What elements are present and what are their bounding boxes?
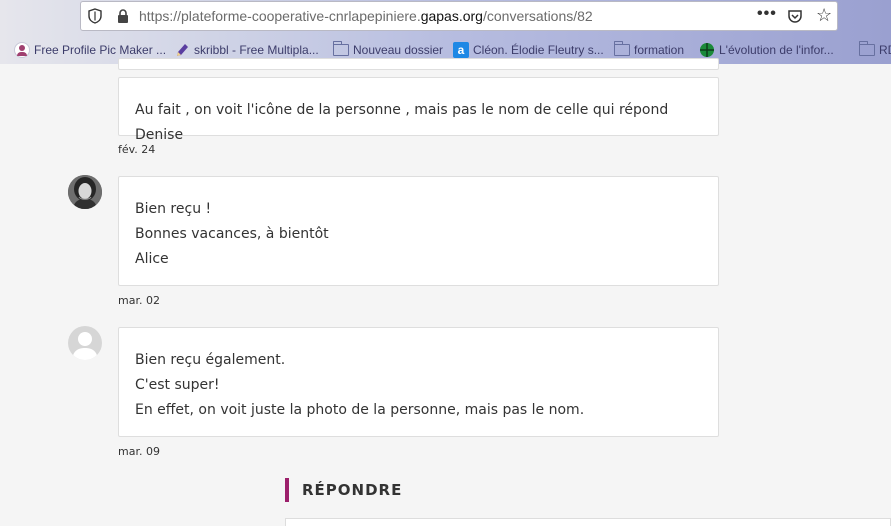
url-text[interactable]: https://plateforme-cooperative-cnrlapepi…: [139, 8, 593, 24]
bookmark-item[interactable]: a Cléon. Élodie Fleutry s...: [453, 41, 604, 59]
message-bubble: Au fait , on voit l'icône de la personne…: [118, 77, 719, 143]
bookmark-item[interactable]: Free Profile Pic Maker ...: [14, 41, 166, 59]
bookmark-item[interactable]: L'évolution de l'infor...: [699, 41, 834, 59]
folder-icon: [858, 41, 875, 56]
message-line: Au fait , on voit l'icône de la personne…: [135, 102, 669, 143]
folder-icon: [613, 41, 630, 56]
message-line: Bien reçu également.: [135, 352, 286, 368]
shield-icon[interactable]: [87, 8, 103, 24]
green-globe-icon: [700, 43, 714, 57]
bookmark-item[interactable]: RD: [858, 41, 891, 59]
url-host: gapas.org: [420, 8, 483, 24]
previous-message-edge: [118, 58, 719, 70]
pocket-icon[interactable]: [787, 8, 803, 24]
a-logo-icon: a: [453, 42, 469, 58]
message-bubble: Bien reçu ! Bonnes vacances, à bientôt A…: [118, 176, 719, 286]
reply-heading: RÉPONDRE: [285, 478, 402, 502]
bookmark-label: Nouveau dossier: [353, 43, 444, 57]
message-date: mar. 09: [118, 445, 160, 458]
lock-icon[interactable]: [115, 8, 131, 24]
bookmark-label: L'évolution de l'infor...: [719, 43, 834, 57]
bookmark-item[interactable]: Nouveau dossier: [332, 41, 444, 59]
message-date: fév. 24: [118, 143, 156, 156]
url-prefix: https://plateforme-cooperative-cnrlapepi…: [139, 8, 421, 24]
page-actions-menu-icon[interactable]: •••: [757, 5, 777, 23]
user-photo-icon: [68, 175, 102, 209]
message-line: En effet, on voit juste la photo de la p…: [135, 402, 585, 418]
bookmark-label: skribbl - Free Multipla...: [194, 43, 319, 57]
url-path: /conversations/82: [482, 8, 593, 24]
avatar[interactable]: [68, 175, 102, 209]
bookmark-label: formation: [634, 43, 685, 57]
bookmark-star-icon[interactable]: ☆: [816, 5, 832, 26]
bookmark-label: Cléon. Élodie Fleutry s...: [473, 43, 604, 57]
bookmark-label: RD: [879, 43, 891, 57]
avatar[interactable]: [68, 326, 102, 360]
message-date: mar. 02: [118, 294, 160, 307]
message-line: Bien reçu !: [135, 201, 212, 217]
bookmark-label: Free Profile Pic Maker ...: [34, 43, 167, 57]
message-line: Bonnes vacances, à bientôt: [135, 226, 329, 242]
default-avatar-icon: [68, 326, 102, 360]
reply-heading-text: RÉPONDRE: [302, 481, 403, 499]
bookmark-item[interactable]: formation: [613, 41, 685, 59]
folder-icon: [332, 41, 349, 56]
message-line: Alice: [135, 251, 169, 267]
reply-editor[interactable]: [285, 518, 891, 526]
pencil-icon: [177, 44, 188, 56]
bookmark-item[interactable]: skribbl - Free Multipla...: [174, 41, 319, 59]
address-bar[interactable]: https://plateforme-cooperative-cnrlapepi…: [80, 1, 838, 31]
browser-chrome: https://plateforme-cooperative-cnrlapepi…: [0, 0, 891, 64]
message-line: C'est super!: [135, 377, 220, 393]
message-bubble: Bien reçu également. C'est super! En eff…: [118, 327, 719, 437]
profile-pic-icon: [14, 42, 30, 58]
